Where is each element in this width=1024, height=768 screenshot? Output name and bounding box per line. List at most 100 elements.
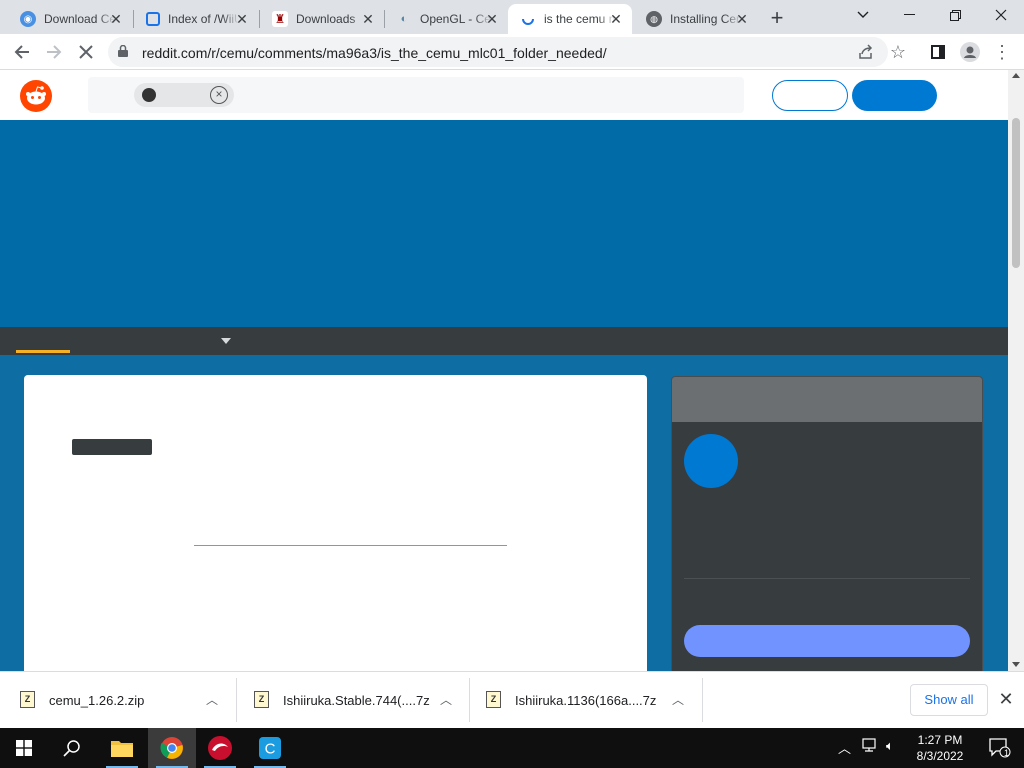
stop-loading-icon[interactable] <box>72 38 100 66</box>
tab-downloads[interactable]: ♜ Downloads ✕ <box>260 4 384 34</box>
close-tab-icon[interactable]: ✕ <box>608 11 624 27</box>
url-text[interactable]: reddit.com/r/cemu/comments/ma96a3/is_the… <box>142 45 607 61</box>
archive-file-icon: Z <box>254 691 269 708</box>
minimize-button[interactable] <box>886 0 932 30</box>
bookmark-star-icon[interactable]: ☆ <box>884 38 912 66</box>
new-tab-button[interactable]: + <box>764 6 790 32</box>
sidebar-divider <box>684 578 970 579</box>
address-bar[interactable]: reddit.com/r/cemu/comments/ma96a3/is_the… <box>108 37 888 67</box>
back-icon[interactable] <box>8 38 36 66</box>
network-icon[interactable] <box>862 738 880 755</box>
search-icon[interactable] <box>48 728 96 768</box>
tab-title: Installing Cemu <box>670 12 742 26</box>
cemu-taskbar-icon[interactable]: C <box>246 728 294 768</box>
reddit-header: × <box>0 70 1008 120</box>
chevron-up-icon[interactable]: ︿ <box>204 691 220 707</box>
tab-title: Downloads <box>296 12 356 26</box>
download-separator <box>702 678 703 722</box>
nav-active-indicator[interactable] <box>16 350 70 353</box>
close-tab-icon[interactable]: ✕ <box>234 11 250 27</box>
notification-count: 1 <box>1004 748 1010 758</box>
side-panel-icon[interactable] <box>924 38 952 66</box>
tab-reddit-active[interactable]: is the cemu mlc01 ✕ <box>508 4 632 34</box>
system-clock[interactable]: 1:27 PM 8/3/2022 <box>912 732 968 764</box>
windows-start-icon[interactable] <box>0 728 48 768</box>
community-avatar-icon <box>142 88 156 102</box>
game-icon: ♜ <box>272 11 288 27</box>
community-sidebar <box>671 376 983 676</box>
archive-file-icon: Z <box>486 691 501 708</box>
cemu-icon: ◉ <box>20 11 36 27</box>
windows-taskbar: C ︿ 🔈︎ 1:27 PM 8/3/2022 1 <box>0 728 1024 768</box>
dolphin-emulator-icon[interactable] <box>196 728 244 768</box>
clear-filter-icon[interactable]: × <box>210 86 228 104</box>
tab-download-cemu[interactable]: ◉ Download Cemu ✕ <box>8 4 132 34</box>
notification-center-icon[interactable]: 1 <box>976 728 1024 768</box>
sign-up-button[interactable] <box>852 80 937 111</box>
tab-title: is the cemu mlc01 <box>544 12 616 26</box>
subreddit-banner <box>0 120 1008 327</box>
community-filter-chip[interactable]: × <box>134 83 234 107</box>
download-item[interactable]: Z Ishiiruka.1136(166a....7z ︿ <box>486 678 700 722</box>
scrollbar-thumb[interactable] <box>1012 118 1020 268</box>
close-tab-icon[interactable]: ✕ <box>360 11 376 27</box>
post-card <box>24 375 647 675</box>
download-filename: cemu_1.26.2.zip <box>49 693 145 708</box>
close-tab-icon[interactable]: ✕ <box>734 11 750 27</box>
chrome-icon[interactable] <box>148 728 196 768</box>
log-in-button[interactable] <box>772 80 848 111</box>
chevron-up-icon[interactable]: ︿ <box>438 691 454 707</box>
loading-icon <box>520 11 536 27</box>
tab-title: Index of /WiiU <box>168 12 240 26</box>
download-separator <box>469 678 470 722</box>
clock-date: 8/3/2022 <box>916 749 964 763</box>
show-all-downloads-button[interactable]: Show all <box>910 684 988 716</box>
menu-kebab-icon[interactable]: ⋮ <box>988 38 1016 66</box>
search-bar[interactable]: × <box>88 77 744 113</box>
lock-icon[interactable] <box>118 45 128 57</box>
tab-opengl[interactable]: ◐ OpenGL - Cemu ✕ <box>384 4 508 34</box>
download-filename: Ishiiruka.1136(166a....7z <box>515 693 657 708</box>
tab-title: Download Cemu <box>44 12 116 26</box>
download-item[interactable]: Z Ishiiruka.Stable.744(....7z ︿ <box>254 678 468 722</box>
community-avatar[interactable] <box>684 434 738 488</box>
file-explorer-icon[interactable] <box>98 728 146 768</box>
subreddit-nav <box>0 327 1008 355</box>
close-window-button[interactable] <box>978 0 1024 30</box>
archive-file-icon: Z <box>20 691 35 708</box>
download-shelf: Z cemu_1.26.2.zip ︿ Z Ishiiruka.Stable.7… <box>0 671 1024 728</box>
post-divider <box>194 545 507 546</box>
scroll-down-arrow-icon[interactable] <box>1012 662 1020 667</box>
tab-search-icon[interactable] <box>840 0 886 30</box>
download-separator <box>236 678 237 722</box>
forward-icon[interactable] <box>40 38 68 66</box>
restore-button[interactable] <box>932 0 978 30</box>
caret-down-icon[interactable] <box>221 338 231 344</box>
tab-index-of[interactable]: Index of /WiiU ✕ <box>134 4 258 34</box>
close-tab-icon[interactable]: ✕ <box>484 11 500 27</box>
svg-text:C: C <box>265 741 276 758</box>
tab-title: OpenGL - Cemu <box>420 12 492 26</box>
share-icon[interactable] <box>852 38 880 66</box>
reddit-logo-icon[interactable] <box>20 80 52 112</box>
globe-icon: ◍ <box>646 11 662 27</box>
profile-avatar-icon[interactable] <box>956 38 984 66</box>
join-button[interactable] <box>684 625 970 657</box>
chevron-up-icon[interactable]: ︿ <box>670 691 686 707</box>
post-flair <box>72 439 152 455</box>
clock-time: 1:27 PM <box>917 733 963 747</box>
scroll-up-arrow-icon[interactable] <box>1012 73 1020 78</box>
page-scrollbar[interactable] <box>1008 70 1024 671</box>
close-tab-icon[interactable]: ✕ <box>108 11 124 27</box>
main-content <box>0 355 1008 676</box>
volume-icon[interactable]: 🔈︎ <box>886 738 894 754</box>
index-icon <box>146 12 160 26</box>
close-download-shelf-icon[interactable]: ✕ <box>996 689 1016 709</box>
tab-installing-cemu[interactable]: ◍ Installing Cemu ✕ <box>634 4 758 34</box>
browser-toolbar: reddit.com/r/cemu/comments/ma96a3/is_the… <box>0 34 1024 70</box>
download-item[interactable]: Z cemu_1.26.2.zip ︿ <box>20 678 234 722</box>
show-hidden-icons-icon[interactable]: ︿ <box>838 738 851 757</box>
tab-strip: ◉ Download Cemu ✕ Index of /WiiU ✕ ♜ Dow… <box>0 0 1024 34</box>
opengl-icon: ◐ <box>400 13 408 25</box>
download-filename: Ishiiruka.Stable.744(....7z <box>283 693 430 708</box>
